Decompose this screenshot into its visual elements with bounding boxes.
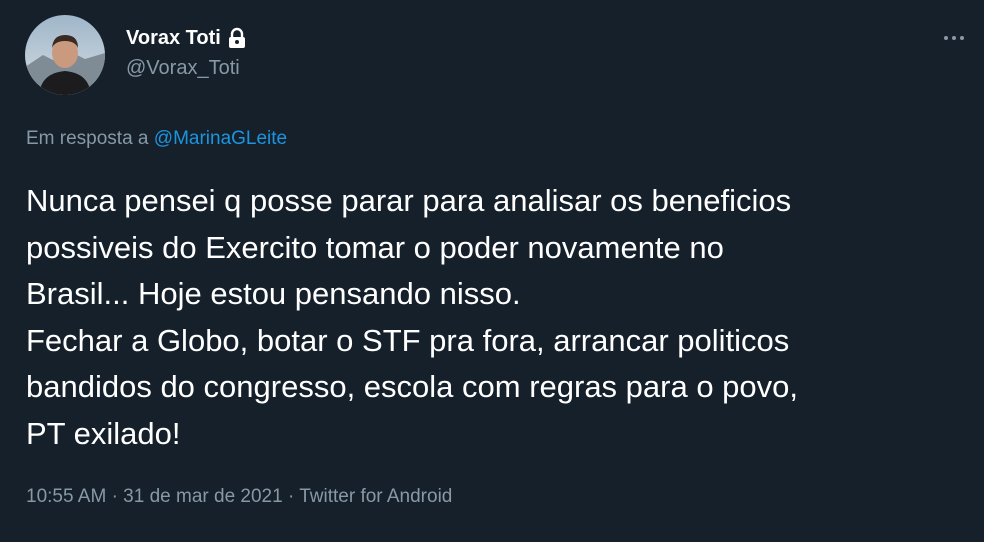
tweet-text-line: bandidos do congresso, escola com regras…	[26, 369, 799, 404]
tweet-text-line: Nunca pensei q posse parar para analisar…	[26, 183, 792, 218]
tweet-date[interactable]: 31 de mar de 2021	[123, 486, 283, 507]
meta-separator: ·	[287, 486, 295, 507]
avatar[interactable]	[25, 15, 105, 95]
avatar-image	[25, 15, 105, 95]
tweet-text-line: possiveis do Exercito tomar o poder nova…	[26, 229, 724, 265]
display-name[interactable]: Vorax Toti	[126, 27, 221, 50]
tweet-text: Nunca pensei q posse parar para analisar…	[26, 178, 976, 457]
more-horizontal-icon[interactable]	[940, 28, 968, 48]
tweet-time[interactable]: 10:55 AM	[26, 486, 106, 507]
reply-prefix: Em resposta a	[26, 128, 149, 149]
tweet-metadata: 10:55 AM · 31 de mar de 2021 · Twitter f…	[26, 486, 452, 508]
tweet-text-line: Brasil... Hoje estou pensando nisso.	[26, 276, 521, 311]
tweet-source[interactable]: Twitter for Android	[299, 486, 452, 507]
reply-mention-link[interactable]: @MarinaGLeite	[154, 128, 287, 149]
tweet-text-line: Fechar a Globo, botar o STF pra fora, ar…	[26, 322, 790, 358]
lock-icon	[227, 27, 247, 49]
author-handle[interactable]: @Vorax_Toti	[126, 57, 240, 80]
meta-separator: ·	[111, 486, 118, 507]
reply-context: Em resposta a @MarinaGLeite	[26, 128, 287, 150]
tweet-text-line: PT exilado!	[26, 415, 181, 451]
author-name-row: Vorax Toti	[126, 24, 247, 52]
tweet: Vorax Toti @Vorax_Toti Em resposta a @Ma…	[0, 0, 984, 542]
